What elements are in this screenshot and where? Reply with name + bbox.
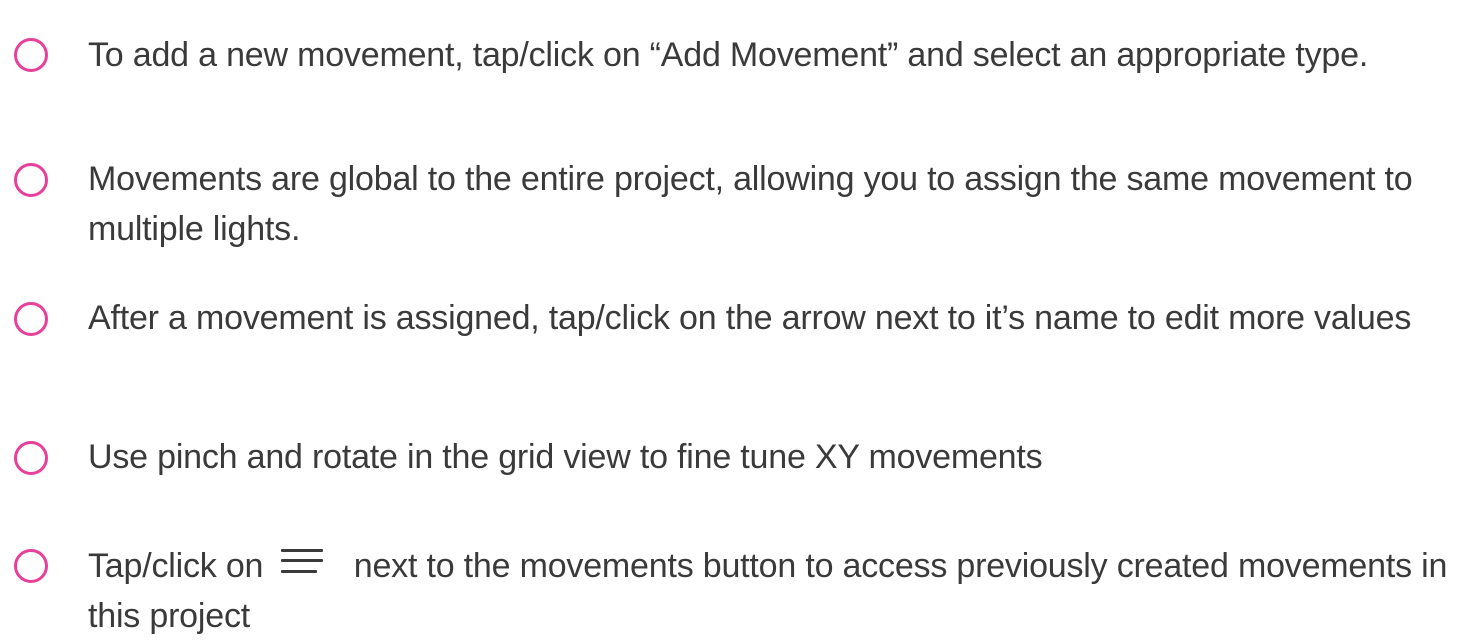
list-lines-icon — [280, 547, 323, 581]
circle-check-icon[interactable] — [14, 163, 48, 197]
tip-text: Tap/click on next to the movements butto… — [88, 541, 1463, 641]
tip-text: Movements are global to the entire proje… — [88, 160, 1413, 248]
circle-check-icon[interactable] — [14, 441, 48, 475]
circle-check-icon[interactable] — [14, 38, 48, 72]
tip-text-before-icon: Tap/click on — [88, 547, 264, 585]
tip-text: After a movement is assigned, tap/click … — [88, 299, 1412, 337]
circle-check-icon[interactable] — [14, 302, 48, 336]
tip-text: To add a new movement, tap/click on “Add… — [88, 36, 1369, 74]
tip-text: Use pinch and rotate in the grid view to… — [88, 438, 1043, 476]
circle-check-icon[interactable] — [14, 549, 48, 583]
tips-list: To add a new movement, tap/click on “Add… — [0, 0, 1469, 636]
